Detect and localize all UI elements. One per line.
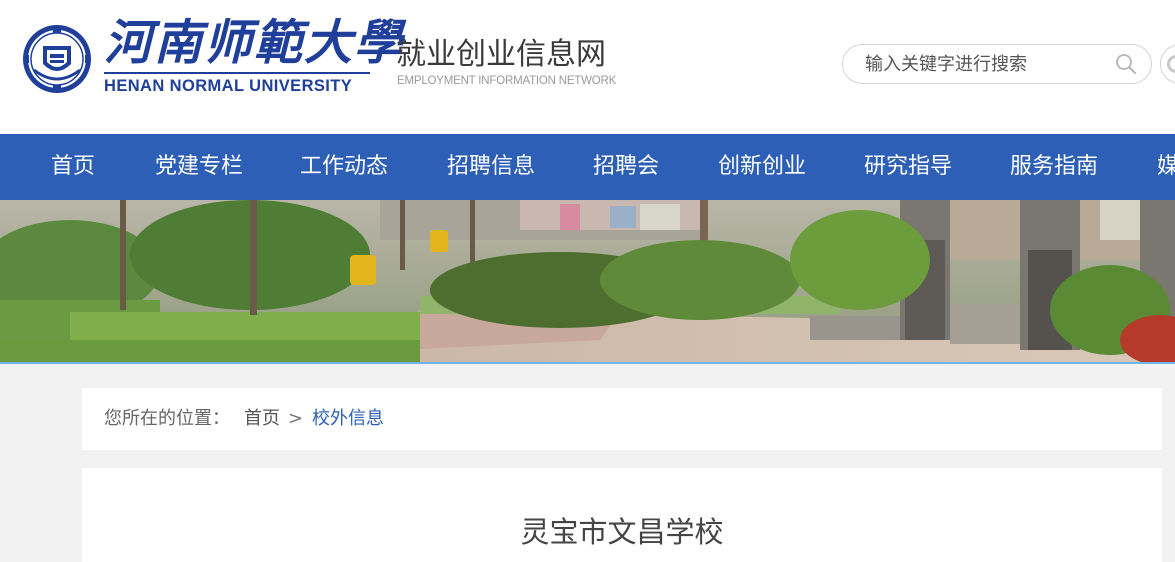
site-title: 就业创业信息网 <box>396 37 606 72</box>
nav-item-innovation[interactable]: 创新创业 <box>718 134 806 200</box>
nav-item-party[interactable]: 党建专栏 <box>155 134 243 200</box>
breadcrumb-separator: > <box>288 408 304 429</box>
nav-item-news[interactable]: 工作动态 <box>300 134 388 200</box>
breadcrumb: 您所在的位置： 首页 > 校外信息 <box>82 388 1162 450</box>
banner-divider <box>0 362 1175 364</box>
breadcrumb-home-link[interactable]: 首页 <box>244 407 280 431</box>
nav-item-media[interactable]: 媒 <box>1157 134 1175 200</box>
user-icon <box>1167 55 1175 73</box>
campus-banner-image <box>0 200 1175 362</box>
search-icon[interactable] <box>1115 53 1137 75</box>
site-header: 河南师範大學 HENAN NORMAL UNIVERSITY 就业创业信息网 E… <box>0 0 1175 134</box>
nav-item-services[interactable]: 服务指南 <box>1010 134 1098 200</box>
article-title: 灵宝市文昌学校 <box>520 515 724 549</box>
university-name-cn: 河南师範大學 <box>104 15 405 71</box>
university-name-en: HENAN NORMAL UNIVERSITY <box>104 77 353 95</box>
site-subtitle: EMPLOYMENT INFORMATION NETWORK <box>397 75 617 87</box>
breadcrumb-current[interactable]: 校外信息 <box>312 407 384 431</box>
main-nav: 首页 党建专栏 工作动态 招聘信息 招聘会 创新创业 研究指导 服务指南 媒 <box>0 134 1175 200</box>
nav-item-jobs[interactable]: 招聘信息 <box>447 134 535 200</box>
campus-banner-illustration <box>0 200 1175 362</box>
search-input[interactable] <box>865 51 1105 77</box>
search-box <box>842 44 1152 84</box>
nav-item-home[interactable]: 首页 <box>51 134 95 200</box>
user-icon-button[interactable] <box>1160 44 1175 84</box>
article-panel: 灵宝市文昌学校 <box>82 468 1162 562</box>
university-name-divider <box>104 72 370 74</box>
nav-item-job-fair[interactable]: 招聘会 <box>593 134 659 200</box>
breadcrumb-label: 您所在的位置： <box>104 408 230 429</box>
university-emblem-icon[interactable] <box>20 24 94 94</box>
nav-item-research[interactable]: 研究指导 <box>864 134 952 200</box>
